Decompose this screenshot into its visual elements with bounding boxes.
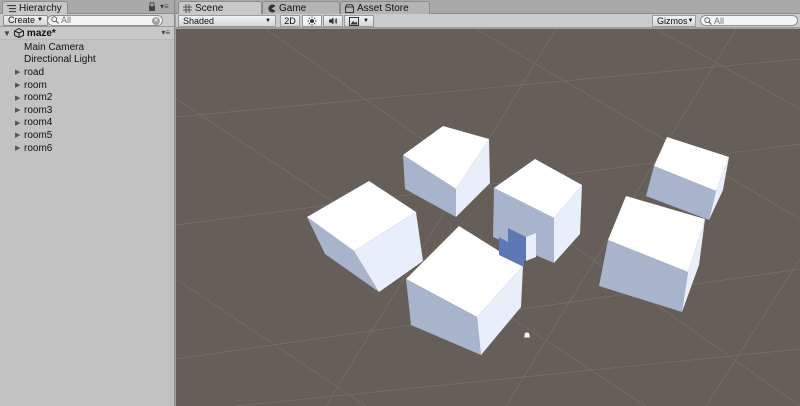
shading-mode-label: Shaded	[183, 16, 215, 26]
hierarchy-items: Main Camera Directional Light ▶ road ▶ roo…	[0, 40, 174, 154]
scene-viewport[interactable]	[176, 29, 800, 406]
audio-toggle[interactable]	[323, 15, 343, 27]
hierarchy-list: ▼ maze* ▾≡ Main Camera Directional Light…	[0, 27, 174, 154]
tab-asset-store-label: Asset Store	[357, 2, 409, 14]
expand-arrow-icon[interactable]: ▶	[15, 106, 20, 114]
store-icon	[345, 3, 354, 13]
pacman-icon	[268, 4, 276, 12]
expand-arrow-icon[interactable]: ▶	[15, 94, 20, 102]
light-gizmo-icon[interactable]	[524, 332, 530, 338]
list-item-label: road	[24, 66, 45, 78]
lighting-toggle[interactable]	[302, 15, 322, 27]
list-item[interactable]: Main Camera	[0, 41, 174, 54]
chevron-down-icon: ▼	[265, 18, 271, 24]
scene-panel: Scene Game Asset Store Shaded ▼ 2D ▼ Giz…	[176, 0, 800, 406]
list-item[interactable]: Directional Light	[0, 54, 174, 67]
list-item-label: room6	[24, 142, 53, 154]
tab-scene[interactable]: Scene	[178, 1, 262, 14]
expand-arrow-icon[interactable]: ▶	[15, 144, 20, 152]
chevron-down-icon: ▼	[363, 18, 369, 24]
expand-arrow-icon[interactable]: ▶	[15, 119, 20, 127]
tab-asset-store[interactable]: Asset Store	[340, 1, 430, 14]
shading-mode-dropdown[interactable]: Shaded ▼	[178, 15, 276, 27]
hierarchy-tabbar: Hierarchy ▾≡	[0, 0, 174, 14]
tab-game-label: Game	[279, 2, 307, 14]
scene-name: maze*	[26, 27, 56, 39]
audio-icon	[329, 17, 338, 25]
room-cube[interactable]	[599, 196, 705, 312]
create-label: Create	[8, 15, 36, 25]
chevron-down-icon: ▼	[37, 17, 43, 23]
scene-search[interactable]	[700, 15, 798, 26]
expand-arrow-icon[interactable]: ▶	[15, 81, 20, 89]
hierarchy-search-input[interactable]	[61, 15, 150, 25]
clear-search-icon[interactable]: ✕	[152, 16, 160, 25]
scene-menu-icon[interactable]: ▾≡	[161, 28, 170, 37]
hierarchy-toolbar: Create ▼ ✕	[0, 14, 174, 27]
expand-arrow-icon[interactable]: ▶	[15, 131, 20, 139]
panel-menu-icon[interactable]: ▾≡	[160, 2, 169, 11]
list-item-label: room4	[24, 117, 53, 129]
grid-icon	[183, 3, 192, 13]
scene-tabbar: Scene Game Asset Store	[176, 0, 800, 14]
sun-icon	[307, 16, 317, 26]
room-cube[interactable]	[403, 126, 490, 217]
chevron-down-icon: ▼	[687, 18, 694, 24]
list-item[interactable]: ▶ room	[0, 79, 174, 92]
list-item[interactable]: ▶ room5	[0, 129, 174, 142]
expand-triangle-icon[interactable]: ▼	[3, 29, 11, 38]
expand-arrow-icon[interactable]: ▶	[15, 68, 20, 76]
list-item[interactable]: ▶ road	[0, 66, 174, 79]
list-icon	[7, 4, 16, 12]
gizmos-label: Gizmos	[657, 16, 688, 26]
list-item[interactable]: ▶ room4	[0, 117, 174, 130]
scene-view-canvas[interactable]	[176, 29, 800, 406]
tab-scene-label: Scene	[195, 2, 224, 14]
unity-scene-icon	[13, 28, 24, 38]
scene-toolbar: Shaded ▼ 2D ▼ Gizmos ▼	[176, 14, 800, 28]
list-item-label: Directional Light	[24, 54, 96, 66]
list-item[interactable]: ▶ room3	[0, 104, 174, 117]
list-item[interactable]: ▶ room2	[0, 91, 174, 104]
scene-root-row[interactable]: ▼ maze* ▾≡	[0, 27, 174, 40]
list-item-label: Main Camera	[24, 41, 85, 53]
list-item-label: room3	[24, 104, 53, 116]
lock-icon[interactable]	[148, 2, 156, 14]
toggle-2d-label: 2D	[284, 16, 296, 26]
search-icon	[51, 16, 59, 24]
scene-search-input[interactable]	[714, 16, 789, 25]
effects-dropdown[interactable]: ▼	[344, 15, 374, 27]
tab-hierarchy-label: Hierarchy	[19, 2, 62, 14]
list-item-label: room5	[24, 129, 53, 141]
list-item[interactable]: ▶ room6	[0, 142, 174, 155]
tab-game[interactable]: Game	[262, 1, 340, 14]
gizmos-dropdown[interactable]: Gizmos ▼	[652, 15, 696, 27]
image-effects-icon	[349, 16, 359, 26]
toggle-2d-button[interactable]: 2D	[280, 15, 300, 27]
create-button[interactable]: Create ▼	[3, 14, 48, 26]
list-item-label: room2	[24, 92, 53, 104]
hierarchy-panel: Hierarchy ▾≡ Create ▼ ✕ ▼ maze* ▾≡	[0, 0, 175, 406]
search-icon	[704, 16, 712, 25]
tab-hierarchy[interactable]: Hierarchy	[2, 1, 68, 14]
hierarchy-search[interactable]: ✕	[47, 14, 163, 26]
list-item-label: room	[24, 79, 47, 91]
